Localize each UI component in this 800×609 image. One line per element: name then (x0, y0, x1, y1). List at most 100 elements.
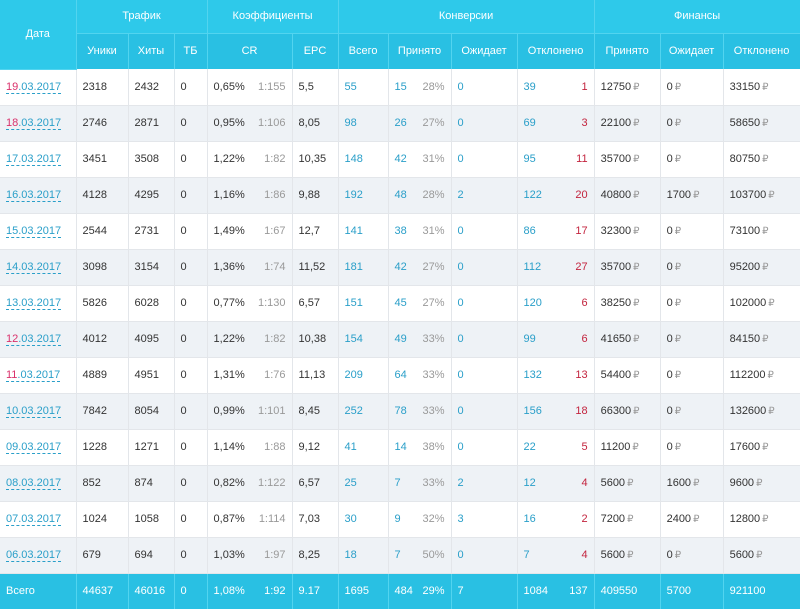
conv-pending-link[interactable]: 2 (458, 189, 464, 201)
conv-total-link[interactable]: 98 (345, 117, 357, 129)
conv-pending-link[interactable]: 0 (458, 369, 464, 381)
col-header-hits[interactable]: Хиты (128, 33, 175, 69)
conv-accepted-link[interactable]: 78 (395, 405, 407, 417)
col-header-fin-accepted[interactable]: Принято (594, 33, 661, 69)
conv-rejected-link[interactable]: 112 (524, 261, 542, 273)
conv-total-link[interactable]: 18 (345, 549, 357, 561)
conv-total-link[interactable]: 25 (345, 477, 357, 489)
conv-accepted-link[interactable]: 42 (395, 261, 407, 273)
conv-rejected-link[interactable]: 12 (524, 477, 536, 489)
conv-accepted-link[interactable]: 48 (395, 189, 407, 201)
date-link[interactable]: 15.03.2017 (6, 225, 62, 238)
conv-pending-link[interactable]: 0 (458, 117, 464, 129)
col-header-tb[interactable]: ТБ (174, 33, 208, 69)
col-header-epc[interactable]: EPC (292, 33, 339, 69)
col-header-cr[interactable]: CR (207, 33, 293, 69)
col-header-conv-total[interactable]: Всего (338, 33, 389, 69)
date-month-year: .03.2017 (18, 477, 62, 489)
conv-total-link[interactable]: 209 (345, 369, 363, 381)
conv-rejected-link[interactable]: 156 (524, 405, 542, 417)
col-header-uniques[interactable]: Уники (76, 33, 129, 69)
fin-rejected-value: 80750 (729, 153, 761, 165)
conv-accepted-link[interactable]: 14 (395, 441, 407, 453)
cr-cell: 1,31% 1:76 (207, 357, 293, 394)
conv-accepted-link[interactable]: 7 (395, 549, 401, 561)
conv-total-link[interactable]: 41 (345, 441, 357, 453)
date-link[interactable]: 08.03.2017 (6, 477, 62, 490)
conv-pending-link[interactable]: 0 (458, 405, 464, 417)
col-header-fin-rejected[interactable]: Отклонено (723, 33, 800, 69)
fin-pending-cell: 0 ₽ (660, 69, 724, 106)
conv-pending-link[interactable]: 0 (458, 441, 464, 453)
conv-pending-link[interactable]: 0 (458, 297, 464, 309)
conv-total-link[interactable]: 141 (345, 225, 363, 237)
conv-pending-link[interactable]: 2 (458, 477, 464, 489)
conv-pending-link[interactable]: 3 (458, 513, 464, 525)
date-link[interactable]: 17.03.2017 (6, 153, 62, 166)
conv-accepted-link[interactable]: 9 (395, 513, 401, 525)
table-row: 06.03.2017 679 694 0 1,03% 1:97 8,25 18 7 50% 0 7 4 5… (0, 537, 800, 574)
date-month-year: .03.2017 (18, 333, 62, 345)
fin-accepted-cell: 5600 ₽ (594, 465, 661, 502)
date-column-header[interactable]: Дата (0, 0, 77, 70)
conv-accepted-link[interactable]: 42 (395, 153, 407, 165)
col-header-conv-pending[interactable]: Ожидает (451, 33, 518, 69)
date-link[interactable]: 13.03.2017 (6, 297, 62, 310)
conv-total-link[interactable]: 154 (345, 333, 363, 345)
conv-accepted-link[interactable]: 64 (395, 369, 407, 381)
fin-pending-cell: 2400 ₽ (660, 501, 724, 538)
conv-total-link[interactable]: 148 (345, 153, 363, 165)
ruble-icon: ₽ (768, 190, 775, 201)
date-link[interactable]: 06.03.2017 (6, 549, 62, 562)
conv-total-link[interactable]: 181 (345, 261, 363, 273)
conv-pending-link[interactable]: 0 (458, 225, 464, 237)
conv-total-link[interactable]: 252 (345, 405, 363, 417)
date-link[interactable]: 18.03.2017 (6, 117, 62, 130)
conv-rejected-extra: 3 (581, 117, 588, 129)
date-link[interactable]: 09.03.2017 (6, 441, 62, 454)
conv-accepted-link[interactable]: 38 (395, 225, 407, 237)
conv-rejected-link[interactable]: 69 (524, 117, 536, 129)
conv-accepted-link[interactable]: 7 (395, 477, 401, 489)
date-link[interactable]: 16.03.2017 (6, 189, 62, 202)
totals-conv-rejected-extra: 137 (569, 585, 588, 598)
col-header-conv-accepted[interactable]: Принято (388, 33, 452, 69)
date-link[interactable]: 14.03.2017 (6, 261, 62, 274)
conv-accepted-link[interactable]: 45 (395, 297, 407, 309)
conv-accepted-link[interactable]: 15 (395, 81, 407, 93)
conv-pending-link[interactable]: 0 (458, 81, 464, 93)
conv-total-link[interactable]: 30 (345, 513, 357, 525)
conv-total-link[interactable]: 151 (345, 297, 363, 309)
col-header-fin-pending[interactable]: Ожидает (660, 33, 724, 69)
tb-cell: 0 (174, 213, 208, 250)
conv-rejected-link[interactable]: 22 (524, 441, 536, 453)
conv-accepted-link[interactable]: 49 (395, 333, 407, 345)
conv-pending-link[interactable]: 0 (458, 549, 464, 561)
conv-rejected-link[interactable]: 86 (524, 225, 536, 237)
conv-pending-link[interactable]: 0 (458, 261, 464, 273)
conv-accepted-pct: 27% (422, 297, 445, 309)
date-link[interactable]: 12.03.2017 (6, 333, 62, 346)
conv-accepted-link[interactable]: 26 (395, 117, 407, 129)
date-link[interactable]: 07.03.2017 (6, 513, 62, 526)
conv-rejected-link[interactable]: 120 (524, 297, 542, 309)
conv-rejected-link[interactable]: 16 (524, 513, 536, 525)
date-link[interactable]: 11.03.2017 (6, 369, 61, 382)
conv-accepted-pct: 32% (422, 513, 445, 525)
conv-rejected-link[interactable]: 132 (524, 369, 542, 381)
conv-pending-link[interactable]: 0 (458, 333, 464, 345)
conv-pending-link[interactable]: 0 (458, 153, 464, 165)
date-link[interactable]: 19.03.2017 (6, 81, 62, 94)
conv-total-link[interactable]: 55 (345, 81, 357, 93)
conv-pending-cell: 3 (451, 501, 518, 538)
conv-rejected-link[interactable]: 95 (524, 153, 536, 165)
conv-rejected-link[interactable]: 39 (524, 81, 536, 93)
conv-rejected-link[interactable]: 122 (524, 189, 542, 201)
conv-total-link[interactable]: 192 (345, 189, 363, 201)
date-link[interactable]: 10.03.2017 (6, 405, 62, 418)
col-header-conv-rejected[interactable]: Отклонено (517, 33, 595, 69)
conv-rejected-link[interactable]: 99 (524, 333, 536, 345)
fin-pending-cell: 0 ₽ (660, 213, 724, 250)
cr-cell: 1,22% 1:82 (207, 321, 293, 358)
conv-rejected-link[interactable]: 7 (524, 549, 530, 561)
